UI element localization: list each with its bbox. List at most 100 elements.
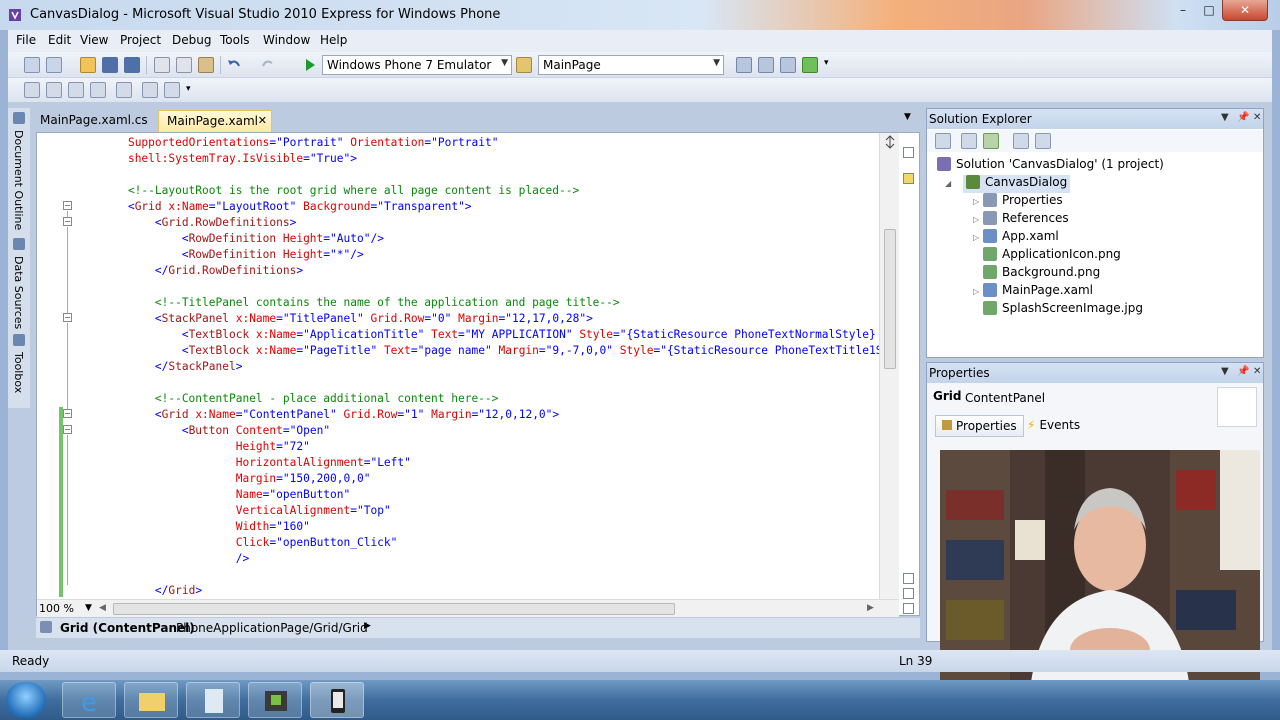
code-line[interactable]: />	[101, 551, 249, 567]
tab-events[interactable]: ⚡ Events	[1027, 418, 1080, 432]
code-line[interactable]: <StackPanel x:Name="TitlePanel" Grid.Row…	[101, 311, 593, 327]
breadcrumb-path[interactable]: PhoneApplicationPage/Grid/Grid	[176, 621, 368, 635]
breadcrumb-element[interactable]: Grid (ContentPanel)	[60, 621, 195, 635]
save-icon[interactable]	[102, 57, 118, 73]
view-designer-icon[interactable]	[1035, 133, 1051, 149]
code-line[interactable]: <Grid x:Name="LayoutRoot" Background="Tr…	[101, 199, 472, 215]
close-icon[interactable]: ✕	[1253, 366, 1261, 377]
tab-mainpage-xaml-cs[interactable]: MainPage.xaml.cs	[32, 110, 148, 132]
fold-toggle-icon[interactable]: −	[63, 409, 72, 418]
toolbar-overflow-icon[interactable]: ▾	[186, 84, 191, 94]
chevron-right-icon[interactable]: ▶	[364, 621, 371, 631]
show-all-files-icon[interactable]	[961, 133, 977, 149]
code-line[interactable]: Margin="150,200,0,0"	[101, 471, 371, 487]
word-completion-icon[interactable]	[90, 82, 106, 98]
fold-toggle-icon[interactable]: −	[63, 313, 72, 322]
refresh-icon[interactable]	[983, 133, 999, 149]
add-item-icon[interactable]	[46, 57, 62, 73]
code-line[interactable]: Height="72"	[101, 439, 310, 455]
view-code-icon[interactable]	[1013, 133, 1029, 149]
menu-file[interactable]: File	[16, 33, 36, 47]
menu-edit[interactable]: Edit	[48, 33, 71, 47]
tab-properties[interactable]: Properties	[935, 415, 1024, 437]
target-device-select[interactable]: Windows Phone 7 Emulator ▼	[322, 55, 512, 75]
visual-studio-taskbar-icon[interactable]	[310, 682, 364, 718]
tree-item[interactable]: MainPage.xaml	[983, 283, 1093, 301]
horizontal-scrollbar[interactable]: 100 % ▼ ◀ ▶	[37, 599, 899, 617]
menu-window[interactable]: Window	[263, 33, 310, 47]
start-debugging-icon[interactable]	[302, 57, 318, 73]
tab-mainpage-xaml[interactable]: MainPage.xaml ✕	[158, 110, 272, 132]
code-line[interactable]: <Grid.RowDefinitions>	[101, 215, 296, 231]
fold-toggle-icon[interactable]: −	[63, 425, 72, 434]
expand-icon[interactable]: ▷	[973, 287, 979, 296]
start-button[interactable]	[6, 682, 46, 718]
tree-item[interactable]: Properties	[983, 193, 1063, 211]
vertical-scroll-thumb[interactable]	[884, 229, 896, 369]
paste-icon[interactable]	[198, 57, 214, 73]
startup-page-select[interactable]: MainPage ▼	[538, 55, 724, 75]
code-line[interactable]: SupportedOrientations="Portrait" Orienta…	[101, 135, 499, 151]
fold-toggle-icon[interactable]: −	[63, 217, 72, 226]
chevron-down-icon[interactable]: ▼	[1221, 112, 1229, 123]
code-line[interactable]: <RowDefinition Height="*"/>	[101, 247, 364, 263]
properties-window-icon[interactable]	[758, 57, 774, 73]
tab-list-dropdown-icon[interactable]: ▼	[904, 112, 911, 122]
pin-icon[interactable]: 📌	[1237, 366, 1249, 377]
element-name[interactable]: ContentPanel	[965, 391, 1045, 405]
notepad-icon[interactable]	[186, 682, 240, 718]
parameter-info-icon[interactable]	[46, 82, 62, 98]
code-line[interactable]: <RowDefinition Height="Auto"/>	[101, 231, 384, 247]
tree-item[interactable]: SplashScreenImage.jpg	[983, 301, 1143, 319]
vertical-split-icon[interactable]	[903, 573, 914, 584]
decrease-indent-icon[interactable]	[116, 82, 132, 98]
menu-view[interactable]: View	[80, 33, 108, 47]
properties-icon[interactable]	[935, 133, 951, 149]
tree-item[interactable]: CanvasDialog	[963, 175, 1071, 193]
new-project-icon[interactable]	[24, 57, 40, 73]
code-line[interactable]: <TextBlock x:Name="ApplicationTitle" Tex…	[101, 327, 876, 343]
close-icon[interactable]: ✕	[258, 114, 267, 127]
expand-icon[interactable]: ▷	[973, 233, 979, 242]
collapse-pane-icon[interactable]	[903, 147, 914, 158]
tree-item[interactable]: References	[983, 211, 1069, 229]
code-line[interactable]: Width="160"	[101, 519, 310, 535]
code-line[interactable]: </Grid.RowDefinitions>	[101, 263, 303, 279]
expand-icon[interactable]: ▷	[973, 197, 979, 206]
menu-debug[interactable]: Debug	[172, 33, 211, 47]
fold-toggle-icon[interactable]: −	[63, 201, 72, 210]
expand-pane-icon[interactable]	[903, 603, 914, 614]
close-icon[interactable]: ✕	[1253, 112, 1261, 123]
redo-icon[interactable]	[260, 57, 276, 73]
tree-item[interactable]: App.xaml	[983, 229, 1059, 247]
toolbox-icon[interactable]	[780, 57, 796, 73]
vertical-scrollbar[interactable]	[879, 133, 899, 599]
internet-explorer-icon[interactable]: e	[62, 682, 116, 718]
code-line[interactable]: <TextBlock x:Name="PageTitle" Text="page…	[101, 343, 879, 359]
toolbar-overflow-icon[interactable]: ▾	[824, 58, 829, 68]
cut-icon[interactable]	[154, 57, 170, 73]
uncomment-lines-icon[interactable]	[164, 82, 180, 98]
horizontal-split-icon[interactable]	[903, 588, 914, 599]
scroll-left-icon[interactable]: ◀	[99, 603, 106, 613]
code-line[interactable]: Name="openButton"	[101, 487, 351, 503]
split-window-icon[interactable]	[883, 135, 897, 149]
maximize-button[interactable]: □	[1196, 0, 1222, 21]
rail-data-sources[interactable]: Data Sources	[12, 256, 25, 329]
pin-icon[interactable]: 📌	[1237, 112, 1249, 123]
scroll-right-icon[interactable]: ▶	[867, 603, 874, 613]
save-all-icon[interactable]	[124, 57, 140, 73]
tree-item[interactable]: Solution 'CanvasDialog' (1 project)	[937, 157, 1164, 175]
code-line[interactable]: HorizontalAlignment="Left"	[101, 455, 411, 471]
code-line[interactable]: VerticalAlignment="Top"	[101, 503, 391, 519]
code-editor[interactable]: − − − − − SupportedOrientations="Portrai…	[36, 132, 920, 617]
camtasia-icon[interactable]	[248, 682, 302, 718]
menu-help[interactable]: Help	[320, 33, 347, 47]
code-lines[interactable]: SupportedOrientations="Portrait" Orienta…	[101, 133, 879, 599]
horizontal-scroll-thumb[interactable]	[113, 603, 675, 615]
display-object-list-icon[interactable]	[24, 82, 40, 98]
close-button[interactable]: ✕	[1222, 0, 1268, 21]
collapse-icon[interactable]: ◢	[945, 179, 951, 188]
chevron-down-icon[interactable]: ▼	[1221, 366, 1229, 377]
rail-toolbox[interactable]: Toolbox	[12, 352, 25, 393]
